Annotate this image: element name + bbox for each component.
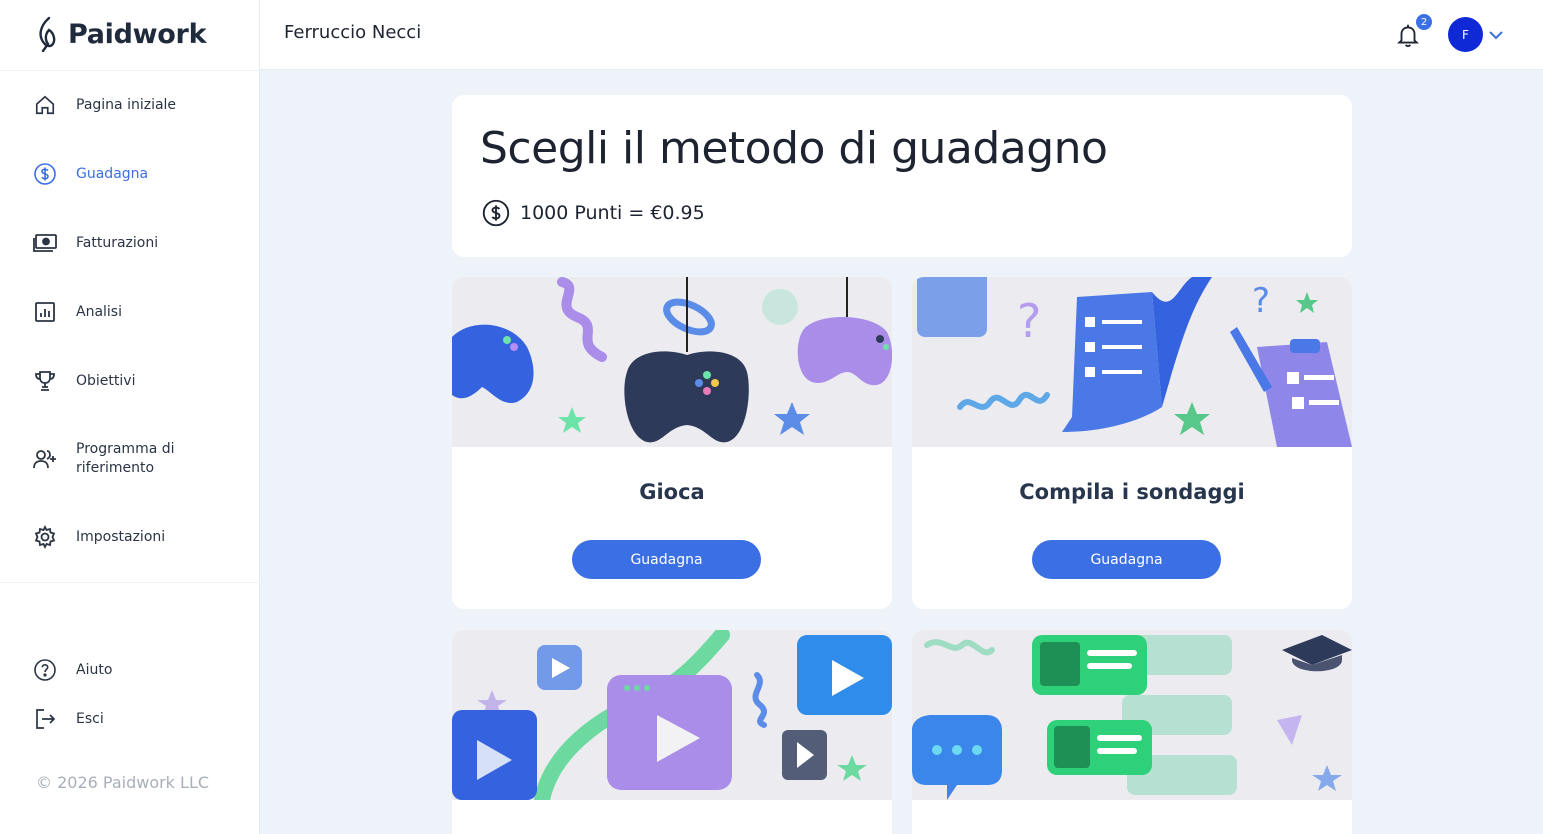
chevron-down-icon[interactable]: [1487, 26, 1505, 44]
divider: [0, 582, 260, 583]
sidebar-item-help[interactable]: Aiuto: [32, 657, 112, 683]
card-title: Gioca: [639, 480, 705, 504]
logout-icon: [32, 706, 58, 732]
sidebar-item-label: Obiettivi: [76, 372, 136, 389]
card-title: Compila i sondaggi: [1019, 480, 1245, 504]
points-rate: 1000 Punti = €0.95: [482, 199, 705, 227]
sidebar-item-label: Impostazioni: [76, 528, 166, 545]
divider: [0, 70, 260, 71]
top-header: Ferruccio Necci 2 F: [260, 0, 1543, 70]
brand-name: Paidwork: [68, 18, 207, 50]
dollar-circle-icon: [482, 199, 510, 227]
page-title: Scegli il metodo di guadagno: [480, 123, 1108, 174]
games-illustration: [452, 277, 892, 447]
sidebar: Paidwork Pagina iniziale Guadagna Fattur…: [0, 0, 260, 834]
logo-leaf-icon: [39, 16, 56, 52]
svg-text:?: ?: [1252, 281, 1270, 321]
add-users-icon: [32, 446, 58, 472]
sidebar-item-settings[interactable]: Impostazioni: [32, 524, 165, 550]
tasks-illustration: [912, 630, 1352, 800]
sidebar-item-logout[interactable]: Esci: [32, 706, 104, 732]
sidebar-item-referral[interactable]: Programma di riferimento: [32, 440, 206, 478]
surveys-illustration: ? ?: [912, 277, 1352, 447]
chart-icon: [32, 299, 58, 325]
sidebar-item-home[interactable]: Pagina iniziale: [32, 92, 176, 118]
sidebar-item-goals[interactable]: Obiettivi: [32, 368, 135, 394]
sidebar-item-label: Programma di riferimento: [76, 441, 175, 476]
avatar[interactable]: F: [1448, 17, 1483, 52]
home-icon: [32, 92, 58, 118]
trophy-icon: [32, 368, 58, 394]
earn-card-videos[interactable]: [452, 630, 892, 834]
points-rate-text: 1000 Punti = €0.95: [520, 202, 705, 224]
money-icon: [32, 230, 58, 256]
sidebar-item-label: Guadagna: [76, 165, 149, 182]
gear-icon: [32, 524, 58, 550]
sidebar-item-billing[interactable]: Fatturazioni: [32, 230, 158, 256]
sidebar-item-label: Analisi: [76, 303, 122, 320]
sidebar-item-label: Pagina iniziale: [76, 96, 177, 113]
sidebar-item-analytics[interactable]: Analisi: [32, 299, 122, 325]
user-name: Ferruccio Necci: [284, 22, 422, 43]
earn-card-games[interactable]: Gioca Guadagna: [452, 277, 892, 609]
earn-card-surveys[interactable]: ? ? Compila i sondaggi Guadagna: [912, 277, 1352, 609]
sidebar-item-label: Aiuto: [76, 661, 113, 678]
svg-text:?: ?: [1017, 294, 1041, 348]
sidebar-item-label: Esci: [76, 710, 104, 727]
sidebar-item-label: Fatturazioni: [76, 234, 159, 251]
help-icon: [32, 657, 58, 683]
videos-illustration: [452, 630, 892, 800]
paidwork-logo[interactable]: Paidwork: [36, 16, 207, 52]
notification-badge: 2: [1416, 14, 1432, 30]
earn-card-tasks[interactable]: [912, 630, 1352, 834]
earn-method-header: Scegli il metodo di guadagno 1000 Punti …: [452, 95, 1352, 257]
earn-surveys-button[interactable]: Guadagna: [1032, 540, 1221, 579]
dollar-circle-icon: [32, 161, 58, 187]
copyright-text: © 2026 Paidwork LLC: [36, 773, 210, 792]
sidebar-item-earn[interactable]: Guadagna: [32, 161, 148, 187]
earn-games-button[interactable]: Guadagna: [572, 540, 761, 579]
